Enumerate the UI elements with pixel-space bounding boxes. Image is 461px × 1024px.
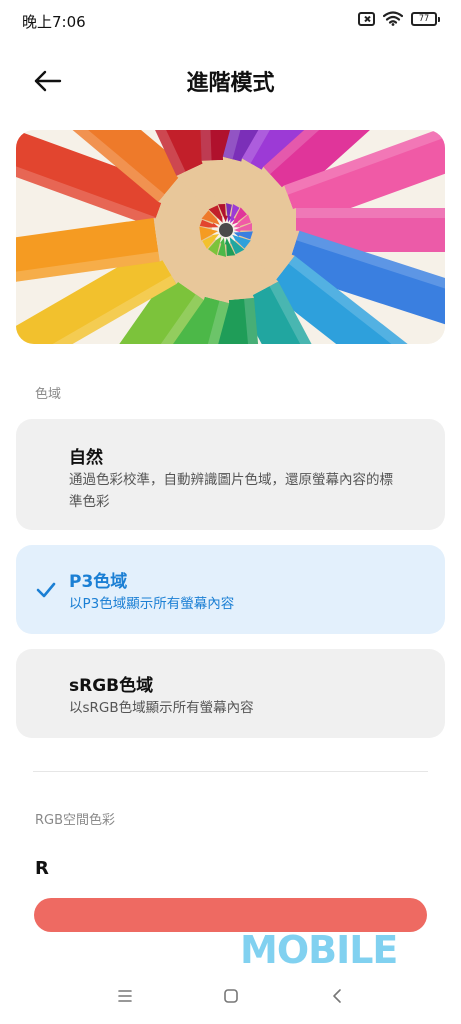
menu-icon <box>118 990 132 1002</box>
gamut-option-natural[interactable]: 自然 通過色彩校準，自動辨識圖片色域，還原螢幕內容的標準色彩 <box>16 419 445 530</box>
option-description: 以sRGB色域顯示所有螢幕內容 <box>69 700 254 716</box>
option-title: P3色域 <box>69 572 128 592</box>
sim-off-icon <box>358 11 375 26</box>
home-square-icon <box>224 989 238 1003</box>
red-channel-slider[interactable] <box>34 898 427 932</box>
back-chevron-icon <box>333 989 341 1003</box>
check-icon <box>36 582 56 598</box>
option-description: 通過色彩校準，自動辨識圖片色域，還原螢幕內容的標準色彩 <box>69 472 393 510</box>
recent-apps-button[interactable] <box>110 981 140 1011</box>
navigation-bar <box>0 975 461 1015</box>
gamut-option-srgb[interactable]: sRGB色域 以sRGB色域顯示所有螢幕內容 <box>16 649 445 738</box>
red-channel-label: R <box>35 858 49 879</box>
battery-icon: 77 <box>411 11 440 26</box>
gamut-section-label: 色域 <box>35 387 62 402</box>
option-title: 自然 <box>69 448 103 468</box>
status-time: 晚上7:06 <box>22 13 86 31</box>
divider <box>33 771 428 772</box>
status-bar: 晚上7:06 77 <box>0 0 461 40</box>
colored-pencils-illustration <box>16 130 445 344</box>
page-title: 進階模式 <box>186 71 275 96</box>
home-button[interactable] <box>216 981 246 1011</box>
option-title: sRGB色域 <box>69 676 154 696</box>
header: 進階模式 <box>0 55 461 105</box>
wifi-icon <box>383 11 403 26</box>
option-description: 以P3色域顯示所有螢幕內容 <box>69 596 235 612</box>
mobile-watermark: MOBILE <box>240 928 398 972</box>
banner-image <box>16 130 445 344</box>
advanced-mode-screen: 晚上7:06 77 進階模式 色域 自然 通過色彩校準，自動辨識圖片色域，還原螢… <box>0 0 461 1024</box>
rgb-section-label: RGB空間色彩 <box>35 813 116 828</box>
nav-back-button[interactable] <box>322 981 352 1011</box>
gamut-option-p3[interactable]: P3色域 以P3色域顯示所有螢幕內容 <box>16 545 445 634</box>
status-icons: 77 <box>358 11 440 26</box>
